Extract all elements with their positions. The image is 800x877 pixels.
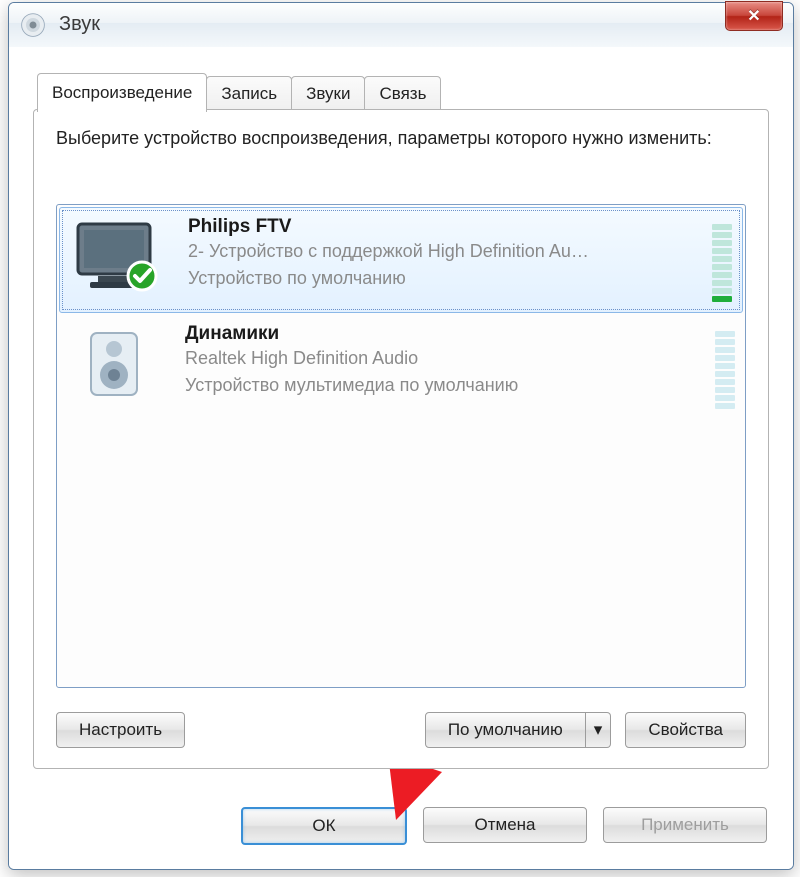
- panel-buttons: Настроить По умолчанию ▾ Свойства: [56, 710, 746, 750]
- device-status: Устройство по умолчанию: [188, 265, 672, 292]
- device-text: Philips FTV 2- Устройство с поддержкой H…: [188, 216, 672, 292]
- cancel-button[interactable]: Отмена: [423, 807, 587, 843]
- device-desc: Realtek High Definition Audio: [185, 345, 675, 372]
- volume-meter: [715, 325, 735, 409]
- set-default-dropdown[interactable]: ▾: [586, 712, 612, 748]
- volume-meter: [712, 218, 732, 302]
- title-bar[interactable]: Звук ✕: [9, 3, 793, 48]
- apply-button[interactable]: Применить: [603, 807, 767, 843]
- device-name: Philips FTV: [188, 216, 672, 238]
- set-default-button[interactable]: По умолчанию: [425, 712, 586, 748]
- configure-button[interactable]: Настроить: [56, 712, 185, 748]
- sound-icon: [19, 11, 47, 39]
- sound-dialog: Звук ✕ Воспроизведение Запись Звуки Связ…: [8, 2, 794, 870]
- close-button[interactable]: ✕: [725, 1, 783, 31]
- tab-playback[interactable]: Воспроизведение: [37, 73, 207, 112]
- device-desc: 2- Устройство с поддержкой High Definiti…: [188, 238, 672, 265]
- device-name: Динамики: [185, 323, 675, 345]
- ok-button[interactable]: ОК: [241, 807, 407, 845]
- device-text: Динамики Realtek High Definition Audio У…: [185, 323, 675, 399]
- close-icon: ✕: [747, 6, 760, 26]
- speaker-icon: [71, 327, 157, 401]
- monitor-icon: [74, 220, 160, 294]
- chevron-down-icon: ▾: [594, 720, 603, 740]
- device-item[interactable]: Philips FTV 2- Устройство с поддержкой H…: [59, 207, 743, 313]
- properties-button[interactable]: Свойства: [625, 712, 746, 748]
- device-item[interactable]: Динамики Realtek High Definition Audio У…: [57, 315, 745, 423]
- tab-panel-playback: Выберите устройство воспроизведения, пар…: [33, 109, 769, 769]
- device-list[interactable]: Philips FTV 2- Устройство с поддержкой H…: [56, 204, 746, 688]
- window-title: Звук: [59, 13, 100, 36]
- set-default-split: По умолчанию ▾: [425, 712, 612, 748]
- tab-strip: Воспроизведение Запись Звуки Связь: [37, 73, 440, 112]
- dialog-buttons: ОК Отмена Применить: [9, 807, 793, 851]
- instruction-text: Выберите устройство воспроизведения, пар…: [56, 126, 746, 150]
- device-status: Устройство мультимедиа по умолчанию: [185, 372, 675, 399]
- client-area: Воспроизведение Запись Звуки Связь Выбер…: [9, 47, 793, 869]
